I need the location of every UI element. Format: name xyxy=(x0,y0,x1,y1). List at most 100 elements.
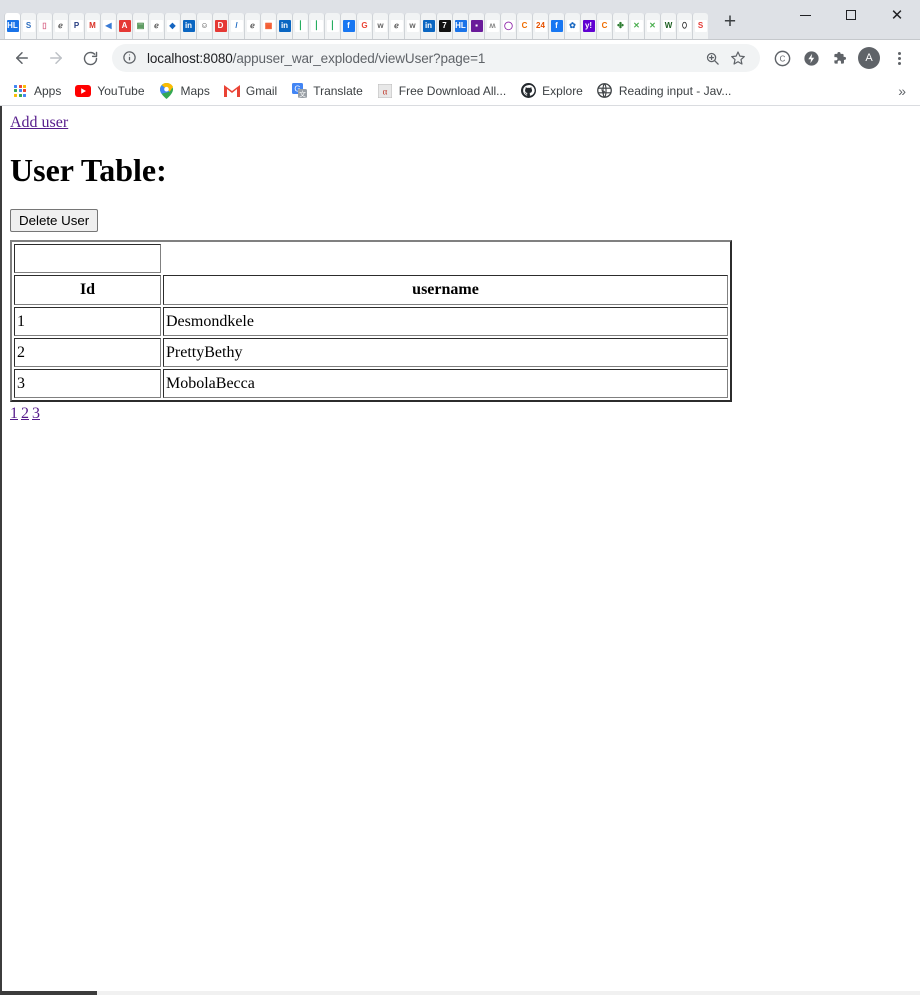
purple-ring-favicon-icon: ◯ xyxy=(502,20,515,32)
browser-tab[interactable]: C xyxy=(516,13,532,39)
bookmarks-overflow-button[interactable]: » xyxy=(892,83,912,99)
browser-tab[interactable]: in xyxy=(276,13,292,39)
maximize-button[interactable] xyxy=(828,0,874,31)
navigation-toolbar: localhost:8080/appuser_war_exploded/view… xyxy=(0,40,920,76)
pagination-link-1[interactable]: 1 xyxy=(10,405,18,422)
table-spacer-row xyxy=(14,244,728,274)
browser-tab[interactable]: ℯ xyxy=(244,13,260,39)
gray-e3-favicon-icon: ℯ xyxy=(246,20,259,32)
table-header-row: Id username xyxy=(14,275,728,306)
browser-tab[interactable]: W xyxy=(660,13,676,39)
pink-doc-favicon-icon: ▯ xyxy=(38,20,51,32)
browser-tab[interactable]: f xyxy=(548,13,564,39)
bookmarks-bar: Apps YouTube Maps Gmail G 文 Translate α … xyxy=(0,76,920,106)
scrollbar-thumb[interactable] xyxy=(2,991,97,995)
cal24-favicon-icon: 24 xyxy=(534,20,547,32)
bookmark-free-download[interactable]: α Free Download All... xyxy=(375,80,514,102)
browser-tab[interactable]: y! xyxy=(580,13,596,39)
browser-tab[interactable]: C xyxy=(596,13,612,39)
reload-button[interactable] xyxy=(76,44,104,72)
blue-gear-favicon-icon: ✿ xyxy=(566,20,579,32)
bookmark-label: YouTube xyxy=(97,83,145,98)
browser-tab[interactable]: P xyxy=(68,13,84,39)
page-content: Add user User Table: Delete User Id user… xyxy=(2,106,920,423)
browser-tab[interactable]: w xyxy=(404,13,420,39)
browser-tab[interactable]: w xyxy=(372,13,388,39)
svg-text:C: C xyxy=(779,54,785,63)
browser-tab[interactable]: ◆ xyxy=(164,13,180,39)
s-blue-favicon-icon: S xyxy=(22,20,35,32)
browser-tab[interactable]: ▦ xyxy=(260,13,276,39)
browser-tab[interactable]: S xyxy=(692,13,708,39)
browser-tab[interactable]: ✕ xyxy=(644,13,660,39)
browser-tab[interactable]: 7 xyxy=(436,13,452,39)
bookmark-gmail[interactable]: Gmail xyxy=(222,80,285,102)
close-button[interactable]: ✕ xyxy=(874,0,920,31)
browser-tab[interactable]: ▪ xyxy=(468,13,484,39)
user-table: Id username 1 Desmondkele 2 PrettyBethy 3 Mob… xyxy=(10,240,732,403)
site-info-icon[interactable] xyxy=(122,50,138,66)
browser-tab[interactable]: ◯ xyxy=(500,13,516,39)
tab-list: HL S ▯ ℯ P M ◀ A ▤ ℯ ◆ in ☺ D / ℯ ▦ in ⎮ ⎮ ⎮ f Gw ℯ w in 7 HL ▪ ʍ ◯ C 24… xyxy=(0,0,708,39)
browser-tab[interactable]: ⎮ xyxy=(308,13,324,39)
browser-tab[interactable]: ⎮ xyxy=(292,13,308,39)
browser-tab[interactable]: ✤ xyxy=(612,13,628,39)
browser-tab[interactable]: ℯ xyxy=(52,13,68,39)
back-button[interactable] xyxy=(8,44,36,72)
bookmark-star-icon[interactable] xyxy=(726,46,750,70)
browser-tab[interactable]: ℯ xyxy=(148,13,164,39)
browser-tab[interactable]: 24 xyxy=(532,13,548,39)
extension-c-icon[interactable]: C xyxy=(769,45,795,71)
browser-tab[interactable]: D xyxy=(212,13,228,39)
cell-username: PrettyBethy xyxy=(163,338,728,368)
zoom-icon[interactable] xyxy=(700,46,724,70)
add-user-link[interactable]: Add user xyxy=(10,114,68,132)
bookmark-maps[interactable]: Maps xyxy=(157,80,218,102)
extensions-puzzle-icon[interactable] xyxy=(827,45,853,71)
bookmark-explore[interactable]: Explore xyxy=(518,80,591,102)
browser-tab[interactable]: ▤ xyxy=(132,13,148,39)
bookmark-translate[interactable]: G 文 Translate xyxy=(289,80,371,102)
browser-tab[interactable]: ▯ xyxy=(36,13,52,39)
svg-text:α: α xyxy=(382,86,387,96)
extension-bolt-icon[interactable] xyxy=(798,45,824,71)
browser-tab[interactable]: M xyxy=(84,13,100,39)
minimize-button[interactable] xyxy=(782,0,828,31)
bookmark-youtube[interactable]: YouTube xyxy=(73,80,152,102)
avatar-initial: A xyxy=(858,47,880,69)
bookmark-apps[interactable]: Apps xyxy=(10,80,69,102)
gmail-favicon-icon: M xyxy=(86,20,99,32)
browser-tab[interactable]: ◀ xyxy=(100,13,116,39)
pagination-link-2[interactable]: 2 xyxy=(21,405,29,422)
forward-button[interactable] xyxy=(42,44,70,72)
browser-tab[interactable]: HL xyxy=(452,13,468,39)
browser-tab[interactable]: ʍ xyxy=(484,13,500,39)
browser-tab[interactable]: G xyxy=(356,13,372,39)
browser-tab[interactable]: ⎮ xyxy=(324,13,340,39)
column-header-username: username xyxy=(163,275,728,306)
browser-tab[interactable]: in xyxy=(420,13,436,39)
profile-avatar[interactable]: A xyxy=(856,45,882,71)
browser-tab[interactable]: S xyxy=(20,13,36,39)
orange-c2-favicon-icon: C xyxy=(598,20,611,32)
browser-tab[interactable]: / xyxy=(228,13,244,39)
browser-tab[interactable]: ⬯ xyxy=(676,13,692,39)
browser-tab[interactable]: ℯ xyxy=(388,13,404,39)
delete-user-button[interactable]: Delete User xyxy=(10,209,99,233)
word-w-favicon-icon: W xyxy=(662,20,675,32)
pagination-link-3[interactable]: 3 xyxy=(32,405,40,422)
new-tab-button[interactable]: + xyxy=(716,7,744,35)
address-bar[interactable]: localhost:8080/appuser_war_exploded/view… xyxy=(112,44,760,72)
gray-e-favicon-icon: ℯ xyxy=(54,20,67,32)
browser-tab[interactable]: ✕ xyxy=(628,13,644,39)
horizontal-scrollbar[interactable] xyxy=(2,991,920,995)
browser-tab[interactable]: A xyxy=(116,13,132,39)
browser-tab[interactable]: f xyxy=(340,13,356,39)
page-viewport: Add user User Table: Delete User Id user… xyxy=(0,106,920,995)
browser-tab[interactable]: ☺ xyxy=(196,13,212,39)
browser-menu-button[interactable] xyxy=(886,45,912,71)
bookmark-reading-input[interactable]: Reading input - Jav... xyxy=(595,80,740,102)
browser-tab[interactable]: HL xyxy=(4,13,20,39)
browser-tab[interactable]: ✿ xyxy=(564,13,580,39)
browser-tab[interactable]: in xyxy=(180,13,196,39)
